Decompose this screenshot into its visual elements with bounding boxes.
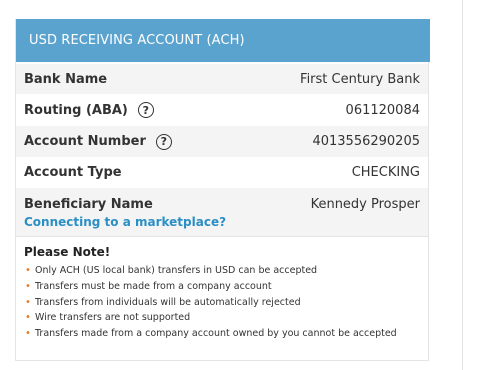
- routing-label: Routing (ABA): [24, 102, 128, 118]
- note-item-text: Only ACH (US local bank) transfers in US…: [35, 265, 318, 276]
- row-routing: Routing (ABA) ? 061120084: [16, 94, 428, 126]
- note-list: • Only ACH (US local bank) transfers in U…: [24, 263, 420, 342]
- note-item: • Transfers from individuals will be auto…: [24, 295, 420, 311]
- panel-divider: [462, 0, 463, 370]
- account-number-label: Account Number: [24, 134, 146, 149]
- account-type-value: CHECKING: [351, 165, 420, 180]
- account-number-value: 4013556290205: [312, 134, 420, 149]
- row-bank-name: Bank Name First Century Bank: [16, 64, 428, 94]
- note-item-text: Wire transfers are not supported: [35, 312, 191, 324]
- routing-help-icon[interactable]: ?: [137, 102, 154, 118]
- bullet-icon: •: [25, 312, 31, 324]
- routing-value: 061120084: [345, 102, 420, 118]
- note-title: Please Note!: [24, 245, 111, 259]
- account-number-label-group: Account Number ?: [24, 126, 172, 157]
- card-header: USD RECEIVING ACCOUNT (ACH): [16, 19, 430, 62]
- bullet-icon: •: [25, 280, 31, 292]
- note-item: • Only ACH (US local bank) transfers in U…: [24, 263, 420, 279]
- bullet-icon: •: [25, 296, 31, 308]
- note-item: • Transfers must be made from a company a…: [24, 279, 420, 295]
- routing-label-group: Routing (ABA) ?: [24, 94, 154, 126]
- bank-name-label: Bank Name: [24, 71, 108, 87]
- row-account-number: Account Number ? 4013556290205: [16, 126, 428, 157]
- note-item-text: Transfers from individuals will be autom…: [35, 296, 301, 308]
- note-item-text: Transfers made from a company account ow…: [35, 328, 397, 340]
- please-note-section: Please Note! • Only ACH (US local bank) t…: [16, 236, 428, 346]
- account-number-help-icon[interactable]: ?: [155, 133, 172, 150]
- row-account-type: Account Type CHECKING: [16, 157, 428, 188]
- card-title: USD RECEIVING ACCOUNT (ACH): [29, 33, 245, 48]
- note-item: • Wire transfers are not supported: [24, 310, 420, 326]
- ach-account-card: USD RECEIVING ACCOUNT (ACH) Bank Name Fi…: [15, 19, 430, 361]
- bullet-icon: •: [25, 328, 31, 340]
- account-type-label: Account Type: [24, 165, 122, 180]
- note-item-text: Transfers must be made from a company ac…: [35, 280, 272, 292]
- bank-name-value: First Century Bank: [300, 71, 420, 87]
- row-beneficiary: Beneficiary Name Kennedy Prosper Connect…: [16, 188, 428, 236]
- bullet-icon: •: [25, 265, 31, 276]
- note-item: • Transfers made from a company account o…: [24, 326, 420, 342]
- marketplace-link[interactable]: Connecting to a marketplace?: [24, 215, 226, 229]
